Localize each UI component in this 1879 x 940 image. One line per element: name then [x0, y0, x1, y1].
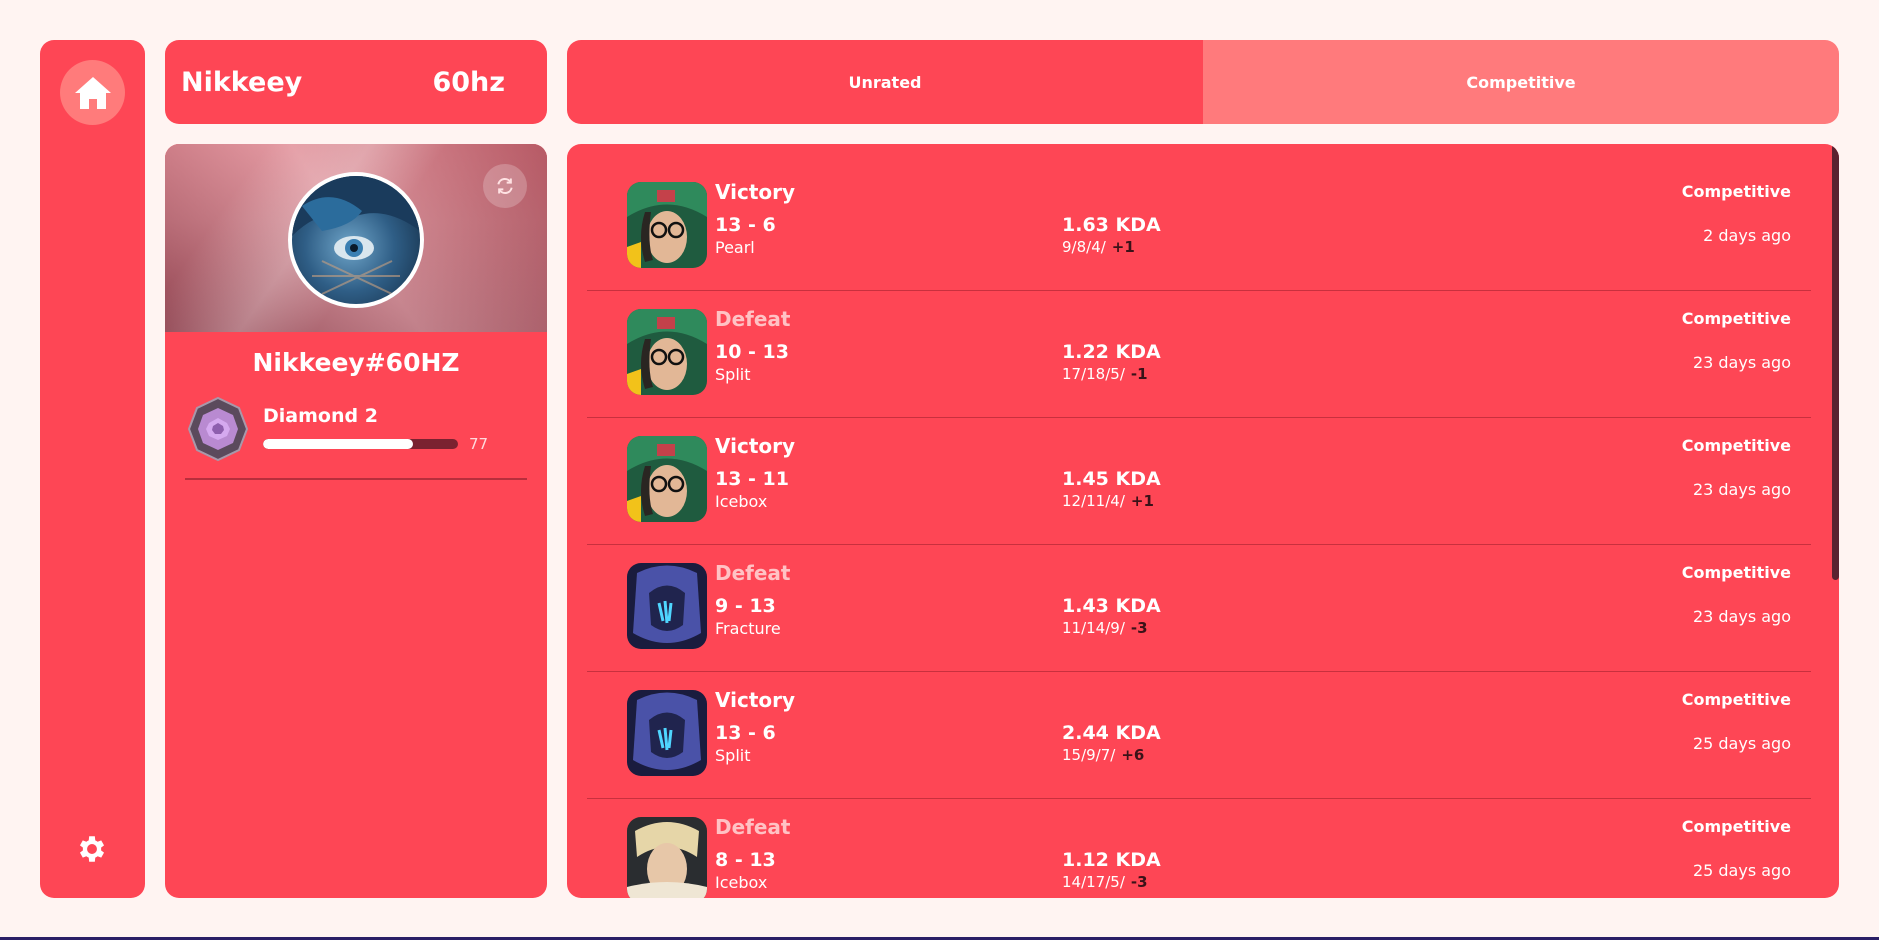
match-row[interactable]: Defeat 10 - 13 Split 1.22 KDA 17/18/5/ -1…	[587, 291, 1811, 418]
rank-row: Diamond 2 77	[187, 394, 527, 464]
match-time: 25 days ago	[1692, 861, 1791, 880]
rr-change: +1	[1130, 492, 1154, 510]
match-kda: 1.43 KDA	[1062, 595, 1161, 617]
kda-stats: 12/11/4/	[1062, 492, 1125, 510]
rr-value: 77	[469, 435, 489, 453]
match-score: 8 - 13	[715, 849, 776, 871]
match-row[interactable]: Victory 13 - 11 Icebox 1.45 KDA 12/11/4/…	[587, 418, 1811, 545]
agent-icon	[627, 182, 707, 268]
match-score: 13 - 6	[715, 214, 776, 236]
rr-progress-fill	[263, 439, 414, 449]
profile-card: Nikkeey#60HZ Diamond 2 77	[165, 144, 547, 898]
kda-stats: 9/8/4/	[1062, 238, 1106, 256]
rank-info: Diamond 2 77	[263, 405, 527, 453]
match-result: Defeat	[715, 815, 791, 839]
match-kda: 1.12 KDA	[1062, 849, 1161, 871]
rr-change: -3	[1130, 873, 1148, 891]
kda-stats: 17/18/5/	[1062, 365, 1125, 383]
gear-icon	[79, 836, 105, 862]
match-map: Fracture	[715, 619, 781, 638]
rr-progress-bar	[263, 439, 458, 449]
profile-banner	[165, 144, 547, 332]
match-kda: 1.63 KDA	[1062, 214, 1161, 236]
divider	[185, 478, 527, 480]
match-row[interactable]: Victory 13 - 6 Split 2.44 KDA 15/9/7/+6 …	[587, 672, 1811, 799]
avatar	[288, 172, 424, 308]
agent-icon	[627, 563, 707, 649]
match-mode: Competitive	[1681, 690, 1791, 709]
match-mode: Competitive	[1681, 309, 1791, 328]
match-time: 23 days ago	[1692, 607, 1791, 626]
rank-name: Diamond 2	[263, 405, 378, 427]
kda-stats: 11/14/9/	[1062, 619, 1125, 637]
match-map: Icebox	[715, 873, 768, 892]
match-kda: 1.45 KDA	[1062, 468, 1161, 490]
match-map: Pearl	[715, 238, 755, 257]
match-map: Split	[715, 746, 751, 765]
agent-icon	[627, 436, 707, 522]
kda-stats: 14/17/5/	[1062, 873, 1125, 891]
tab-unrated[interactable]: Unrated	[567, 40, 1203, 124]
match-kda: 1.22 KDA	[1062, 341, 1161, 363]
match-map: Split	[715, 365, 751, 384]
match-kda-line: 15/9/7/ +6	[1062, 746, 1144, 764]
match-time: 25 days ago	[1692, 734, 1791, 753]
match-result: Victory	[715, 180, 796, 204]
match-score: 10 - 13	[715, 341, 789, 363]
match-kda-line: 17/18/5/ -1	[1062, 365, 1148, 383]
username: Nikkeey	[181, 66, 303, 98]
sidebar	[40, 40, 145, 898]
scrollbar[interactable]	[1832, 144, 1839, 580]
match-time: 2 days ago	[1703, 226, 1791, 245]
match-time: 23 days ago	[1692, 480, 1791, 499]
match-row[interactable]: Defeat 9 - 13 Fracture 1.43 KDA 11/14/9/…	[587, 545, 1811, 672]
refresh-icon	[497, 178, 513, 194]
agent-icon	[627, 817, 707, 898]
match-map: Icebox	[715, 492, 768, 511]
diamond-rank-icon	[187, 396, 249, 462]
match-kda-line: 14/17/5/ -3	[1062, 873, 1148, 891]
match-row[interactable]: Victory 13 - 6 Pearl 1.63 KDA 9/8/4/ +1 C…	[587, 164, 1811, 291]
match-mode: Competitive	[1681, 563, 1791, 582]
match-mode: Competitive	[1681, 817, 1791, 836]
home-button[interactable]	[60, 60, 125, 125]
match-score: 13 - 11	[715, 468, 789, 490]
match-kda-line: 9/8/4/ +1	[1062, 238, 1135, 256]
match-result: Victory	[715, 688, 796, 712]
home-icon	[74, 76, 111, 109]
riot-id: Nikkeey#60HZ	[252, 348, 460, 377]
match-mode: Competitive	[1681, 436, 1791, 455]
rr-change: -1	[1130, 365, 1148, 383]
match-list: Victory 13 - 6 Pearl 1.63 KDA 9/8/4/ +1 C…	[587, 164, 1811, 898]
match-kda-line: 11/14/9/ -3	[1062, 619, 1148, 637]
match-row[interactable]: Defeat 8 - 13 Icebox 1.12 KDA 14/17/5/ -3…	[587, 799, 1811, 898]
refresh-rate-tag: 60hz	[432, 66, 505, 98]
rr-change: +6	[1121, 746, 1145, 764]
agent-icon	[627, 309, 707, 395]
tab-competitive[interactable]: Competitive	[1203, 40, 1839, 124]
match-score: 13 - 6	[715, 722, 776, 744]
match-result: Defeat	[715, 561, 791, 585]
match-kda: 2.44 KDA	[1062, 722, 1161, 744]
match-result: Defeat	[715, 307, 791, 331]
agent-portrait	[292, 176, 420, 295]
rr-row: 77	[263, 435, 527, 453]
header-card: Nikkeey 60hz	[165, 40, 547, 124]
match-result: Victory	[715, 434, 796, 458]
match-time: 23 days ago	[1692, 353, 1791, 372]
agent-icon	[627, 690, 707, 776]
kda-stats: 15/9/7/	[1062, 746, 1116, 764]
match-history-panel: Victory 13 - 6 Pearl 1.63 KDA 9/8/4/ +1 C…	[567, 144, 1839, 898]
refresh-button[interactable]	[483, 164, 527, 208]
rr-change: -3	[1130, 619, 1148, 637]
settings-button[interactable]	[73, 830, 111, 868]
match-score: 9 - 13	[715, 595, 776, 617]
mode-tabs: Unrated Competitive	[567, 40, 1839, 124]
match-kda-line: 12/11/4/ +1	[1062, 492, 1154, 510]
match-mode: Competitive	[1681, 182, 1791, 201]
rr-change: +1	[1111, 238, 1135, 256]
